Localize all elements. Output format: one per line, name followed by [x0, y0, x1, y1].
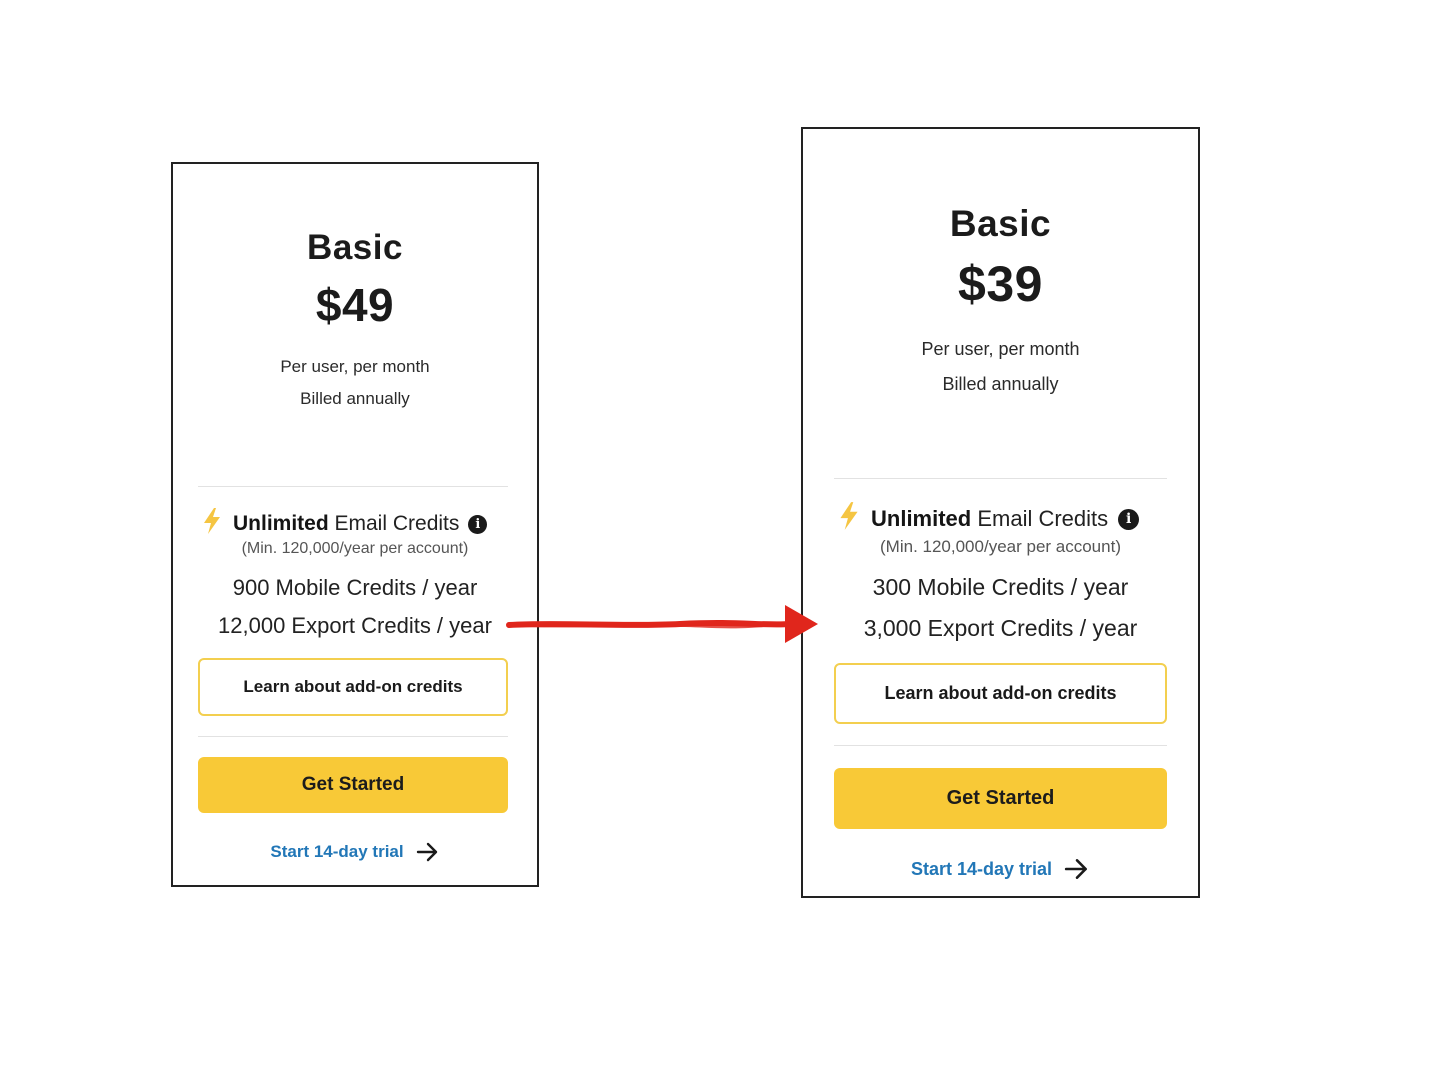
learn-addon-credits-button[interactable]: Learn about add-on credits	[834, 663, 1167, 724]
start-trial-label: Start 14-day trial	[910, 858, 1053, 879]
billing-frequency: Per user, per month	[280, 357, 430, 376]
info-icon[interactable]: i	[468, 514, 488, 534]
arrow-right-icon	[1064, 858, 1090, 880]
email-credits-row: Unlimited Email Credits i	[837, 501, 1140, 537]
mobile-credits: 900 Mobile Credits / year	[232, 575, 478, 600]
start-trial-link[interactable]: Start 14-day trial	[803, 852, 1198, 886]
arrow-right-icon	[416, 842, 440, 862]
email-credits-label: Email Credits	[971, 506, 1109, 531]
pricing-card-new: Basic $39 Per user, per month Billed ann…	[801, 127, 1200, 898]
section-divider	[198, 486, 508, 487]
email-credits-bold: Unlimited	[871, 506, 972, 531]
learn-addon-credits-button[interactable]: Learn about add-on credits	[198, 658, 508, 716]
start-trial-link[interactable]: Start 14-day trial	[173, 836, 537, 868]
export-credits: 12,000 Export Credits / year	[218, 613, 492, 638]
billing-terms: Billed annually	[942, 374, 1059, 394]
pricing-card-old: Basic $49 Per user, per month Billed ann…	[171, 162, 539, 887]
section-divider	[834, 745, 1167, 746]
email-credits-row: Unlimited Email Credits i	[201, 507, 488, 541]
billing-frequency: Per user, per month	[921, 339, 1080, 359]
section-divider	[198, 736, 508, 737]
plan-price: $39	[958, 256, 1043, 312]
email-credits-note: (Min. 120,000/year per account)	[880, 537, 1121, 556]
lightning-bolt-icon	[201, 507, 223, 541]
email-credits-note: (Min. 120,000/year per account)	[241, 540, 469, 557]
start-trial-label: Start 14-day trial	[270, 842, 404, 861]
info-icon[interactable]: i	[1118, 508, 1140, 530]
email-credits-bold: Unlimited	[233, 512, 329, 535]
get-started-button[interactable]: Get Started	[834, 768, 1167, 829]
billing-terms: Billed annually	[300, 389, 410, 408]
lightning-bolt-icon	[837, 501, 861, 537]
plan-price: $49	[315, 279, 395, 331]
email-credits-label: Email Credits	[328, 512, 460, 535]
plan-name: Basic	[307, 228, 403, 267]
plan-name: Basic	[949, 203, 1052, 244]
export-credits: 3,000 Export Credits / year	[863, 615, 1138, 641]
red-arrow-icon	[506, 605, 818, 643]
mobile-credits: 300 Mobile Credits / year	[872, 574, 1129, 600]
get-started-button[interactable]: Get Started	[198, 757, 508, 813]
section-divider	[834, 478, 1167, 479]
